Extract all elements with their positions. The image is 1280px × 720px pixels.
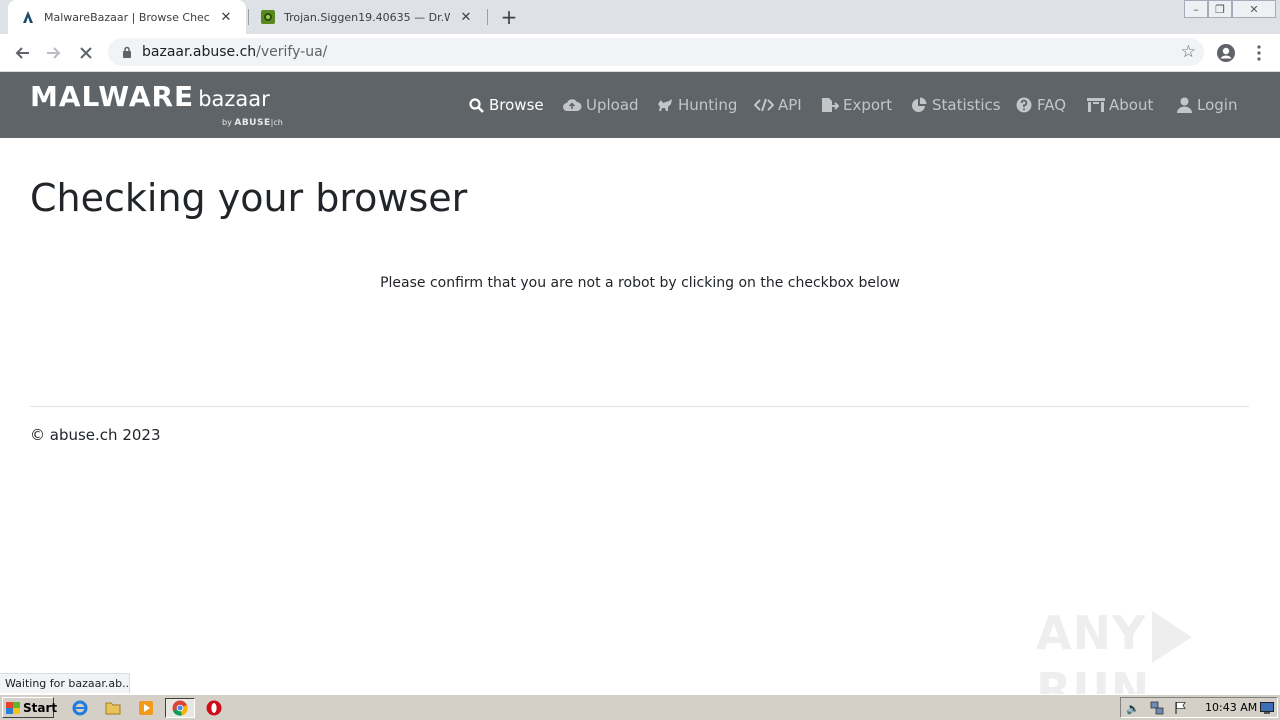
- windows-taskbar: Start 🔈 10:43 AM: [0, 694, 1280, 720]
- nav-api[interactable]: API: [754, 94, 802, 116]
- start-button[interactable]: Start: [2, 697, 58, 718]
- chrome-taskbar-icon[interactable]: [165, 698, 195, 718]
- nav-login[interactable]: Login: [1175, 94, 1237, 116]
- clock[interactable]: 10:43 AM: [1205, 701, 1257, 714]
- nav-statistics[interactable]: Statistics: [910, 94, 1001, 116]
- nav-about[interactable]: About: [1087, 94, 1153, 116]
- lock-icon: [120, 45, 134, 59]
- tab-title: MalwareBazaar | Browse Checking y: [44, 10, 210, 24]
- media-player-icon[interactable]: [135, 698, 157, 718]
- show-desktop-icon[interactable]: [1259, 700, 1275, 716]
- pie-chart-icon: [910, 96, 928, 114]
- logo-byline: by ABUSE|ch: [222, 118, 283, 128]
- logo-sub-text: bazaar: [198, 87, 270, 111]
- nav-hunting[interactable]: Hunting: [656, 94, 737, 116]
- nav-label: Upload: [586, 96, 639, 114]
- cloud-upload-icon: [562, 96, 582, 114]
- code-icon: [754, 96, 774, 114]
- url-host: bazaar.abuse.ch: [142, 44, 257, 60]
- internet-explorer-icon[interactable]: [69, 698, 91, 718]
- malwarebazaar-favicon-icon: [20, 9, 36, 25]
- tab-malwarebazaar[interactable]: MalwareBazaar | Browse Checking y ✕: [8, 0, 246, 34]
- file-explorer-icon[interactable]: [102, 698, 124, 718]
- nav-browse[interactable]: Browse: [467, 94, 544, 116]
- nav-label: FAQ: [1037, 96, 1067, 114]
- restore-button[interactable]: ❐: [1208, 0, 1232, 18]
- site-header: MALWARE bazaar by ABUSE|ch Browse Upload …: [0, 72, 1280, 138]
- page-title: Checking your browser: [30, 176, 468, 220]
- nav-export[interactable]: Export: [821, 94, 892, 116]
- opera-icon[interactable]: [203, 698, 225, 718]
- address-bar[interactable]: bazaar.abuse.ch/verify-ua/ ☆: [108, 38, 1204, 66]
- nav-upload[interactable]: Upload: [562, 94, 639, 116]
- export-icon: [821, 96, 839, 114]
- play-icon: [1152, 610, 1193, 663]
- building-icon: [1087, 96, 1105, 114]
- account-icon: [1217, 44, 1235, 62]
- vertical-dots-icon: [1257, 45, 1261, 61]
- nav-label: Export: [843, 96, 893, 114]
- windows-logo-icon: [6, 701, 20, 714]
- profile-button[interactable]: [1213, 41, 1239, 65]
- tab-close-icon[interactable]: ✕: [456, 7, 476, 27]
- url-text: bazaar.abuse.ch/verify-ua/: [142, 44, 327, 60]
- hunting-icon: [656, 96, 674, 114]
- tab-drweb[interactable]: Trojan.Siggen19.40635 — Dr.Web M ✕: [248, 0, 486, 34]
- tab-divider: [487, 9, 488, 25]
- malwarebazaar-logo[interactable]: MALWARE bazaar by ABUSE|ch: [30, 80, 283, 128]
- question-icon: [1015, 96, 1033, 114]
- back-button[interactable]: [9, 41, 35, 65]
- nav-label: Browse: [489, 96, 544, 114]
- close-window-button[interactable]: ✕: [1232, 0, 1276, 18]
- footer-divider: [30, 406, 1249, 407]
- system-tray: 🔈 10:43 AM: [1120, 697, 1278, 718]
- verification-message: Please confirm that you are not a robot …: [380, 275, 900, 291]
- nav-label: API: [778, 96, 802, 114]
- forward-arrow-icon: [47, 47, 61, 59]
- volume-icon[interactable]: 🔈: [1125, 700, 1141, 716]
- nav-label: Login: [1197, 96, 1238, 114]
- action-center-flag-icon[interactable]: [1173, 700, 1189, 716]
- back-arrow-icon: [15, 47, 29, 59]
- tab-strip: MalwareBazaar | Browse Checking y ✕ Troj…: [0, 0, 1280, 34]
- minimize-button[interactable]: –: [1184, 0, 1208, 18]
- network-icon[interactable]: [1149, 700, 1165, 716]
- tab-close-icon[interactable]: ✕: [216, 7, 236, 27]
- bookmark-star-icon[interactable]: ☆: [1181, 42, 1196, 62]
- nav-faq[interactable]: FAQ: [1015, 94, 1066, 116]
- user-icon: [1175, 96, 1193, 114]
- browser-toolbar: bazaar.abuse.ch/verify-ua/ ☆: [0, 34, 1280, 72]
- new-tab-button[interactable]: +: [497, 5, 521, 29]
- browser-menu-button[interactable]: [1246, 41, 1272, 65]
- footer-copyright: © abuse.ch 2023: [30, 426, 161, 444]
- nav-label: About: [1109, 96, 1154, 114]
- drweb-favicon-icon: [260, 9, 276, 25]
- url-path: /verify-ua/: [256, 44, 328, 60]
- tab-title: Trojan.Siggen19.40635 — Dr.Web M: [284, 10, 450, 24]
- start-label: Start: [23, 700, 58, 715]
- stop-loading-button[interactable]: [73, 41, 99, 65]
- forward-button[interactable]: [41, 41, 67, 65]
- nav-label: Statistics: [932, 96, 1001, 114]
- logo-main-text: MALWARE: [30, 80, 195, 113]
- nav-label: Hunting: [678, 96, 738, 114]
- search-icon: [467, 96, 485, 114]
- close-icon: [80, 47, 92, 59]
- loading-status-bubble: Waiting for bazaar.ab...: [0, 673, 130, 693]
